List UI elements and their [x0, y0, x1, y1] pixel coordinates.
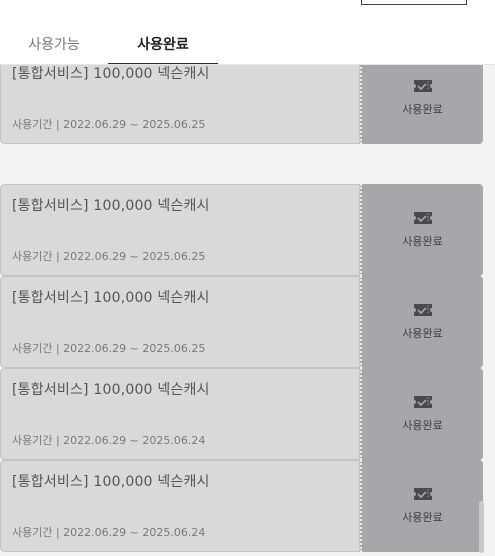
coupon-card[interactable]: [통합서비스] 100,000 넥슨캐시 사용기간 | 2022.06.29 ~…: [0, 184, 483, 276]
coupon-list: [통합서비스] 100,000 넥슨캐시 사용기간 | 2022.06.29 ~…: [0, 65, 495, 556]
top-action-button[interactable]: [361, 0, 467, 5]
coupon-body: [통합서비스] 100,000 넥슨캐시 사용기간 | 2022.06.29 ~…: [0, 368, 360, 460]
coupon-status: 사용완료: [402, 327, 443, 340]
coupon-status: 사용완료: [402, 511, 443, 524]
ticket-check-icon: [413, 304, 432, 316]
coupon-stub: 사용완료: [360, 276, 483, 368]
coupon-tabs: 사용가능 사용완료: [0, 25, 495, 66]
coupon-body: [통합서비스] 100,000 넥슨캐시 사용기간 | 2022.06.29 ~…: [0, 65, 360, 144]
coupon-title: [통합서비스] 100,000 넥슨캐시: [12, 474, 210, 490]
coupon-card[interactable]: [통합서비스] 100,000 넥슨캐시 사용기간 | 2022.06.29 ~…: [0, 460, 483, 552]
coupon-period: 사용기간 | 2022.06.29 ~ 2025.06.24: [12, 526, 206, 539]
ticket-check-icon: [413, 488, 432, 500]
coupon-period: 사용기간 | 2022.06.29 ~ 2025.06.25: [12, 118, 206, 131]
coupon-title: [통합서비스] 100,000 넥슨캐시: [12, 198, 210, 214]
coupon-card[interactable]: [통합서비스] 100,000 넥슨캐시 사용기간 | 2022.06.29 ~…: [0, 65, 483, 144]
coupon-body: [통합서비스] 100,000 넥슨캐시 사용기간 | 2022.06.29 ~…: [0, 184, 360, 276]
coupon-status: 사용완료: [402, 419, 443, 432]
scrollbar-thumb[interactable]: [479, 501, 484, 553]
ticket-check-icon: [413, 396, 432, 408]
coupon-status: 사용완료: [402, 235, 443, 248]
coupon-stub: 사용완료: [360, 65, 483, 144]
coupon-card[interactable]: [통합서비스] 100,000 넥슨캐시 사용기간 | 2022.06.29 ~…: [0, 276, 483, 368]
coupon-status: 사용완료: [402, 103, 443, 116]
tab-used-label: 사용완료: [137, 37, 189, 53]
coupon-title: [통합서비스] 100,000 넥슨캐시: [12, 382, 210, 398]
coupon-period: 사용기간 | 2022.06.29 ~ 2025.06.25: [12, 342, 206, 355]
tab-available[interactable]: 사용가능: [0, 25, 108, 63]
coupon-title: [통합서비스] 100,000 넥슨캐시: [12, 66, 210, 82]
coupon-stub: 사용완료: [360, 184, 483, 276]
coupon-period: 사용기간 | 2022.06.29 ~ 2025.06.25: [12, 250, 206, 263]
coupon-card[interactable]: [통합서비스] 100,000 넥슨캐시 사용기간 | 2022.06.29 ~…: [0, 368, 483, 460]
coupon-body: [통합서비스] 100,000 넥슨캐시 사용기간 | 2022.06.29 ~…: [0, 460, 360, 552]
ticket-check-icon: [413, 80, 432, 92]
coupon-stub: 사용완료: [360, 460, 483, 552]
coupon-body: [통합서비스] 100,000 넥슨캐시 사용기간 | 2022.06.29 ~…: [0, 276, 360, 368]
coupon-stub: 사용완료: [360, 368, 483, 460]
coupon-period: 사용기간 | 2022.06.29 ~ 2025.06.24: [12, 434, 206, 447]
tab-used[interactable]: 사용완료: [108, 25, 218, 66]
coupon-title: [통합서비스] 100,000 넥슨캐시: [12, 290, 210, 306]
ticket-check-icon: [413, 212, 432, 224]
